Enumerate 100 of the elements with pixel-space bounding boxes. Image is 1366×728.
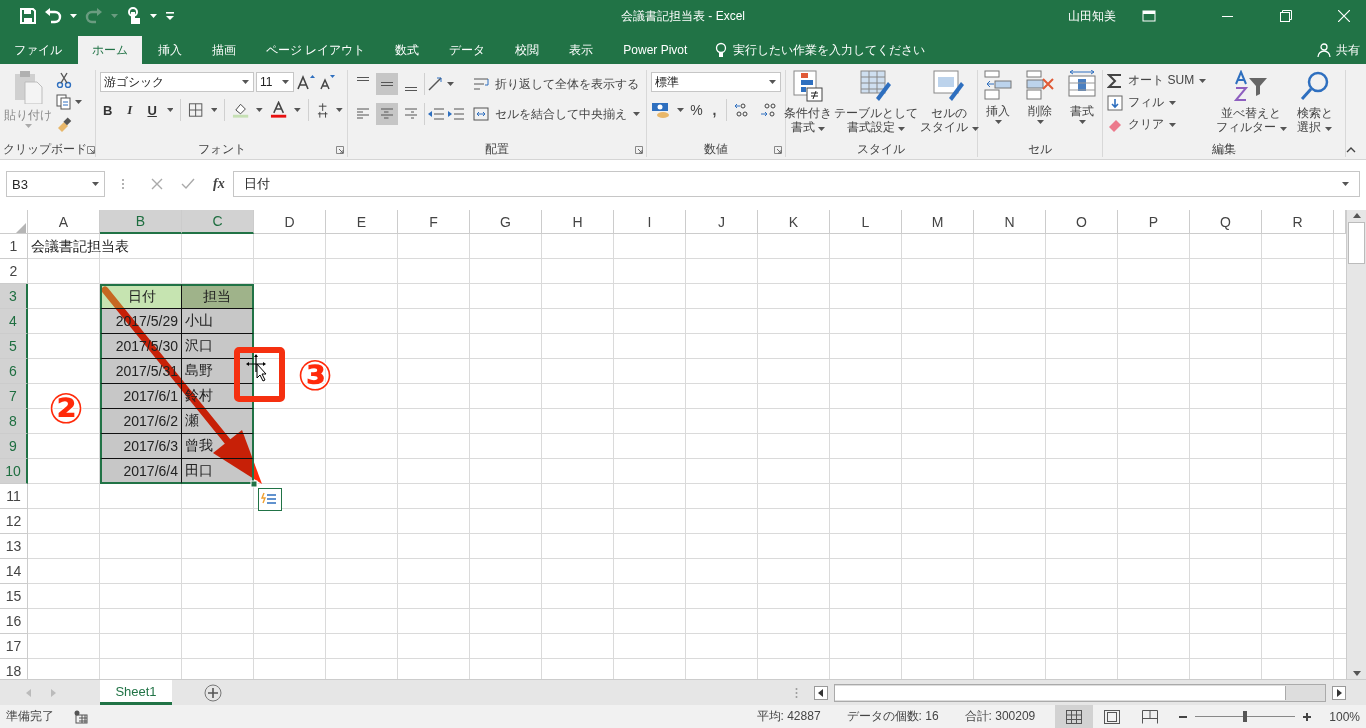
column-header[interactable]: F bbox=[398, 210, 470, 234]
row-header[interactable]: 2 bbox=[0, 259, 28, 284]
shrink-font-icon[interactable] bbox=[318, 74, 336, 90]
merge-center-button[interactable]: セルを結合して中央揃え bbox=[473, 102, 640, 126]
vertical-align-button[interactable] bbox=[376, 73, 398, 95]
decrease-decimal-icon[interactable] bbox=[758, 102, 779, 118]
column-header[interactable]: I bbox=[614, 210, 686, 234]
quick-analysis-icon[interactable] bbox=[258, 488, 282, 511]
column-header[interactable]: J bbox=[686, 210, 758, 234]
zoom-in-icon[interactable] bbox=[1303, 712, 1312, 721]
undo-icon[interactable] bbox=[44, 8, 62, 24]
borders-icon[interactable] bbox=[188, 102, 204, 118]
column-header[interactable]: D bbox=[254, 210, 326, 234]
row-header[interactable]: 3 bbox=[0, 284, 28, 309]
scroll-down-icon[interactable] bbox=[1352, 671, 1361, 677]
fill-handle[interactable] bbox=[250, 480, 258, 488]
customize-menu-icon[interactable] bbox=[165, 11, 175, 21]
format-painter-icon[interactable] bbox=[56, 116, 72, 132]
macro-record-icon[interactable] bbox=[74, 709, 88, 724]
column-header[interactable]: P bbox=[1118, 210, 1190, 234]
ribbon-tab[interactable]: 数式 bbox=[381, 36, 434, 64]
ribbon-tab[interactable]: 校閲 bbox=[501, 36, 554, 64]
column-header[interactable]: L bbox=[830, 210, 902, 234]
scrollbar-thumb[interactable] bbox=[1348, 222, 1365, 264]
caret-icon[interactable] bbox=[150, 14, 157, 18]
column-header[interactable]: M bbox=[902, 210, 974, 234]
ribbon-display-icon[interactable] bbox=[1142, 10, 1156, 22]
percent-button[interactable]: % bbox=[689, 102, 704, 118]
row-header[interactable]: 13 bbox=[0, 534, 28, 559]
formula-field[interactable]: 日付 bbox=[232, 171, 1360, 197]
user-name[interactable]: 山田知美 bbox=[1068, 7, 1116, 25]
copy-icon[interactable] bbox=[56, 94, 72, 110]
number-format-dropdown[interactable]: 標準 bbox=[650, 72, 781, 92]
dialog-launcher-icon[interactable] bbox=[634, 145, 643, 154]
row-header[interactable]: 15 bbox=[0, 584, 28, 609]
caret-icon[interactable] bbox=[447, 82, 454, 86]
orientation-icon[interactable] bbox=[427, 76, 445, 92]
caret-icon[interactable] bbox=[70, 14, 77, 18]
caret-icon[interactable] bbox=[294, 108, 301, 112]
row-header[interactable]: 9 bbox=[0, 434, 28, 459]
column-header[interactable]: O bbox=[1046, 210, 1118, 234]
scissors-icon[interactable] bbox=[56, 72, 72, 88]
font-color-icon[interactable] bbox=[270, 101, 288, 119]
column-header[interactable]: B bbox=[100, 210, 182, 234]
save-icon[interactable] bbox=[20, 8, 36, 24]
ribbon-tab[interactable]: Power Pivot bbox=[609, 36, 702, 64]
underline-button[interactable]: U bbox=[144, 102, 160, 118]
dialog-launcher-icon[interactable] bbox=[773, 145, 782, 154]
column-header[interactable]: R bbox=[1262, 210, 1334, 234]
ribbon-tab[interactable]: データ bbox=[435, 36, 500, 64]
column-header[interactable]: G bbox=[470, 210, 542, 234]
scrollbar-thumb[interactable] bbox=[835, 685, 1286, 700]
caret-icon[interactable] bbox=[75, 100, 82, 104]
column-header[interactable]: N bbox=[974, 210, 1046, 234]
editing-button[interactable]: オート SUM bbox=[1107, 72, 1207, 89]
row-header[interactable]: 14 bbox=[0, 559, 28, 584]
caret-icon[interactable] bbox=[336, 108, 343, 112]
comma-button[interactable]: , bbox=[709, 102, 720, 118]
row-header[interactable]: 7 bbox=[0, 384, 28, 409]
decrease-indent-icon[interactable] bbox=[427, 107, 445, 121]
view-button[interactable] bbox=[1055, 705, 1094, 728]
caret-icon[interactable] bbox=[210, 108, 218, 112]
editing-button[interactable]: 並べ替えと フィルター bbox=[1216, 70, 1287, 141]
share-button[interactable]: 共有 bbox=[1317, 36, 1360, 64]
scroll-up-icon[interactable] bbox=[1352, 212, 1361, 218]
close-icon[interactable] bbox=[1338, 10, 1350, 22]
add-sheet-icon[interactable] bbox=[204, 683, 222, 702]
row-header[interactable]: 11 bbox=[0, 484, 28, 509]
bold-button[interactable]: B bbox=[100, 102, 116, 118]
split-handle-icon[interactable] bbox=[795, 686, 798, 699]
row-header[interactable]: 16 bbox=[0, 609, 28, 634]
font-size-dropdown[interactable]: 11 bbox=[256, 72, 294, 92]
restore-icon[interactable] bbox=[1280, 10, 1292, 22]
styles-button[interactable]: セルの スタイル bbox=[920, 70, 979, 141]
styles-button[interactable]: テーブルとして 書式設定 bbox=[834, 70, 919, 141]
row-header[interactable]: 17 bbox=[0, 634, 28, 659]
row-header[interactable]: 5 bbox=[0, 334, 28, 359]
column-header[interactable]: K bbox=[758, 210, 830, 234]
caret-icon[interactable] bbox=[256, 108, 264, 112]
styles-button[interactable]: 条件付き 書式 bbox=[784, 70, 833, 141]
row-header[interactable]: 12 bbox=[0, 509, 28, 534]
wrap-text-button[interactable]: 折り返して全体を表示する bbox=[473, 72, 640, 96]
column-header[interactable]: A bbox=[28, 210, 100, 234]
row-header[interactable]: 6 bbox=[0, 359, 28, 384]
ribbon-tab[interactable]: ページ レイアウト bbox=[252, 36, 380, 64]
scroll-left-icon[interactable] bbox=[814, 685, 828, 700]
font-name-dropdown[interactable]: 游ゴシック bbox=[100, 72, 254, 92]
currency-icon[interactable] bbox=[650, 101, 671, 119]
column-header[interactable]: Q bbox=[1190, 210, 1262, 234]
column-header[interactable]: E bbox=[326, 210, 398, 234]
row-header[interactable]: 8 bbox=[0, 409, 28, 434]
increase-indent-icon[interactable] bbox=[447, 107, 465, 121]
italic-button[interactable]: I bbox=[122, 102, 138, 118]
phonetic-icon[interactable] bbox=[315, 102, 330, 118]
column-header[interactable]: H bbox=[542, 210, 614, 234]
name-box[interactable]: B3 bbox=[6, 171, 105, 197]
ribbon-tab[interactable]: ファイル bbox=[0, 36, 76, 64]
sheet-tab[interactable]: Sheet1 bbox=[100, 680, 172, 705]
ribbon-tab[interactable]: ホーム bbox=[78, 36, 142, 64]
tell-me-field[interactable]: 実行したい作業を入力してください bbox=[733, 41, 926, 59]
